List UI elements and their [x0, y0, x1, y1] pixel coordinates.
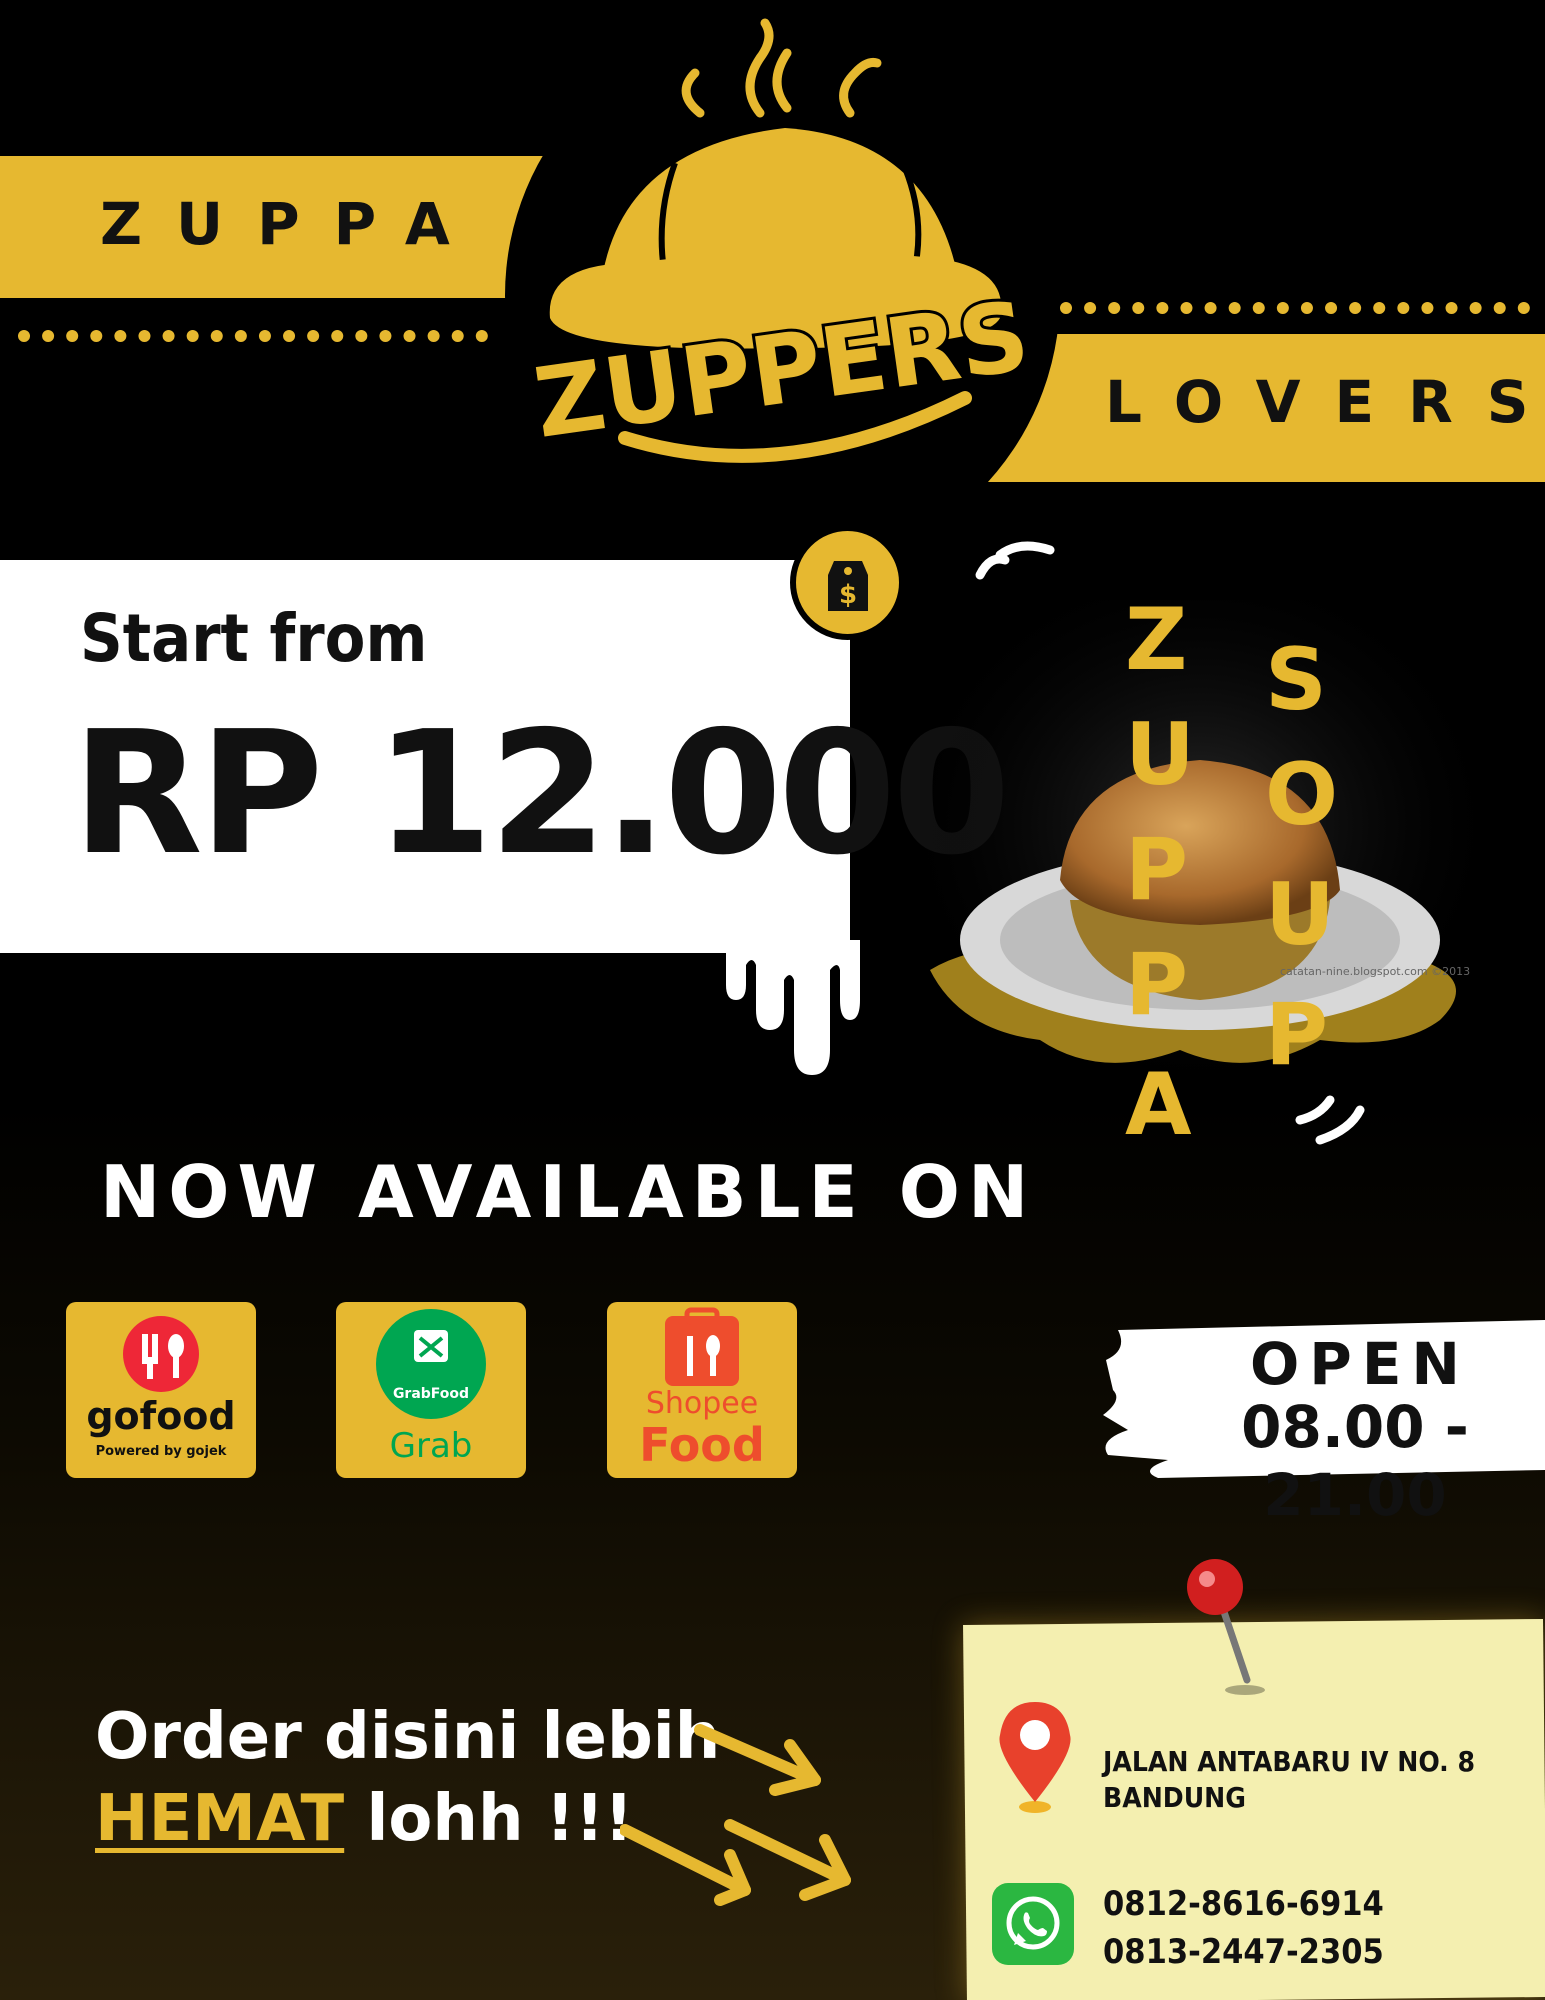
gofood-sub: Powered by gojek: [95, 1444, 227, 1459]
drip-decoration: [700, 940, 860, 1075]
arrows-decoration: [620, 1724, 851, 1906]
open-title: OPEN: [1250, 1330, 1470, 1398]
soup-letter: S: [1265, 630, 1327, 730]
shopeefood-sub: Shopee: [645, 1386, 759, 1421]
shopeefood-label: Food: [639, 1418, 765, 1472]
phone-1[interactable]: 0812-8616-6914: [1103, 1880, 1384, 1928]
logo-cloche-icon: ZUPPERS: [525, 18, 1039, 463]
order-line2-rest: lohh !!!: [344, 1782, 634, 1856]
grabfood-card[interactable]: GrabFood Grab: [336, 1302, 526, 1478]
soup-illustration: catatan-nine.blogspot.com ©2013: [920, 541, 1480, 1145]
shopeefood-card[interactable]: Shopee Food: [607, 1302, 797, 1478]
address-line2: BANDUNG: [1103, 1781, 1246, 1814]
order-line2: HEMAT lohh !!!: [95, 1782, 633, 1856]
gofood-label: gofood: [86, 1394, 236, 1438]
open-time: 08.00 - 21.00: [1241, 1393, 1469, 1529]
soup-letter: P: [1265, 985, 1329, 1085]
address: JALAN ANTABARU IV NO. 8 BANDUNG: [1103, 1744, 1475, 1816]
gofood-card[interactable]: gofood Powered by gojek: [66, 1302, 256, 1478]
left-banner-text: ZUPPA: [100, 190, 484, 258]
grabfood-label: Grab: [389, 1426, 473, 1466]
price-tag-badge: $: [790, 525, 905, 640]
zuppa-letter: P: [1125, 935, 1189, 1035]
soup-letter: O: [1265, 745, 1339, 845]
left-dotted-line: [18, 330, 488, 342]
pushpin-icon: [1187, 1559, 1265, 1695]
zuppa-letter: P: [1125, 820, 1189, 920]
whatsapp-icon: [992, 1883, 1074, 1965]
zuppa-letter: Z: [1125, 590, 1188, 690]
location-pin-icon: [999, 1702, 1071, 1813]
phone-numbers: 0812-8616-6914 0813-2447-2305: [1103, 1880, 1384, 1976]
zuppa-letter: U: [1125, 705, 1195, 805]
grabfood-sub: GrabFood: [392, 1386, 470, 1402]
address-line1: JALAN ANTABARU IV NO. 8: [1103, 1745, 1476, 1778]
zuppa-letter: A: [1125, 1055, 1192, 1155]
price-tag-icon: $: [828, 561, 868, 611]
hemat-highlight: HEMAT: [95, 1782, 345, 1856]
start-from-label: Start from: [80, 600, 428, 677]
price-amount: RP 12.000: [72, 695, 1011, 893]
soup-letter: U: [1265, 865, 1335, 965]
svg-text:$: $: [839, 580, 857, 610]
poster: ZUPPA LOVERS ZUPPERS Start from RP 12.00…: [0, 0, 1545, 2000]
watermark-text: catatan-nine.blogspot.com ©2013: [1280, 965, 1470, 978]
right-banner-text: LOVERS: [1105, 368, 1545, 436]
phone-2[interactable]: 0813-2447-2305: [1103, 1928, 1384, 1976]
available-heading: NOW AVAILABLE ON: [100, 1150, 1037, 1234]
right-dotted-line: [1060, 302, 1530, 314]
